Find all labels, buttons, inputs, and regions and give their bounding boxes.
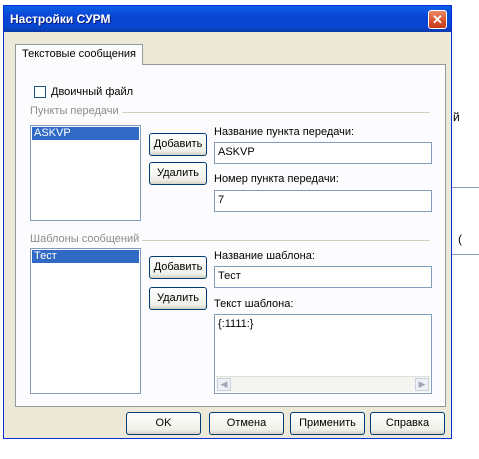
- title-bar[interactable]: Настройки СУРМ ✕: [4, 6, 451, 32]
- button-label: Справка: [385, 417, 430, 429]
- point-name-input[interactable]: ASKVP: [214, 142, 432, 164]
- settings-dialog: Настройки СУРМ ✕ Текстовые сообщения Дво…: [3, 5, 452, 439]
- background-text-fragment: й: [453, 110, 460, 124]
- list-item[interactable]: Тест: [32, 250, 139, 263]
- button-label: OK: [155, 417, 172, 429]
- tab-label: Текстовые сообщения: [22, 48, 136, 60]
- button-label: Удалить: [157, 292, 199, 304]
- tab-text-messages[interactable]: Текстовые сообщения: [15, 44, 143, 65]
- add-point-button[interactable]: Добавить: [149, 133, 207, 156]
- point-number-label: Номер пункта передачи:: [214, 173, 339, 185]
- button-label: Применить: [299, 417, 356, 429]
- template-name-label: Название шаблона:: [214, 250, 315, 262]
- apply-button[interactable]: Применить: [290, 412, 365, 435]
- delete-template-button[interactable]: Удалить: [149, 287, 207, 310]
- point-number-input[interactable]: 7: [214, 190, 432, 212]
- button-label: Удалить: [157, 167, 199, 179]
- template-name-input[interactable]: Тест: [214, 266, 432, 288]
- window-title: Настройки СУРМ: [10, 12, 111, 26]
- close-icon: ✕: [432, 12, 443, 27]
- point-name-label: Название пункта передачи:: [214, 126, 355, 138]
- scroll-right-arrow-icon[interactable]: ▶: [415, 378, 429, 391]
- tab-panel: Двоичный файл Пункты передачи ASKVP Доба…: [15, 64, 446, 407]
- binary-file-checkbox[interactable]: [34, 86, 46, 98]
- background-text-fragment: (: [458, 232, 462, 246]
- list-item[interactable]: ASKVP: [32, 127, 139, 140]
- horizontal-scrollbar[interactable]: ◀ ▶: [216, 376, 430, 392]
- points-group-label: Пункты передачи: [30, 105, 122, 117]
- help-button[interactable]: Справка: [370, 412, 445, 435]
- cancel-button[interactable]: Отмена: [209, 412, 284, 435]
- background-divider: [452, 187, 479, 188]
- delete-point-button[interactable]: Удалить: [149, 162, 207, 185]
- background-divider: [452, 254, 479, 255]
- button-label: Отмена: [226, 417, 267, 429]
- templates-listbox[interactable]: Тест: [30, 248, 141, 394]
- templates-group-label: Шаблоны сообщений: [30, 233, 143, 245]
- button-label: Добавить: [153, 261, 203, 273]
- add-template-button[interactable]: Добавить: [149, 256, 207, 279]
- template-text-content: {:1111:}: [218, 318, 254, 330]
- points-listbox[interactable]: ASKVP: [30, 125, 141, 221]
- scroll-left-arrow-icon[interactable]: ◀: [217, 378, 231, 391]
- ok-button[interactable]: OK: [126, 412, 201, 435]
- binary-file-label: Двоичный файл: [51, 86, 134, 98]
- button-label: Добавить: [153, 138, 203, 150]
- template-text-area[interactable]: {:1111:} ◀ ▶: [214, 314, 432, 394]
- close-button[interactable]: ✕: [428, 10, 447, 29]
- template-text-label: Текст шаблона:: [214, 298, 294, 310]
